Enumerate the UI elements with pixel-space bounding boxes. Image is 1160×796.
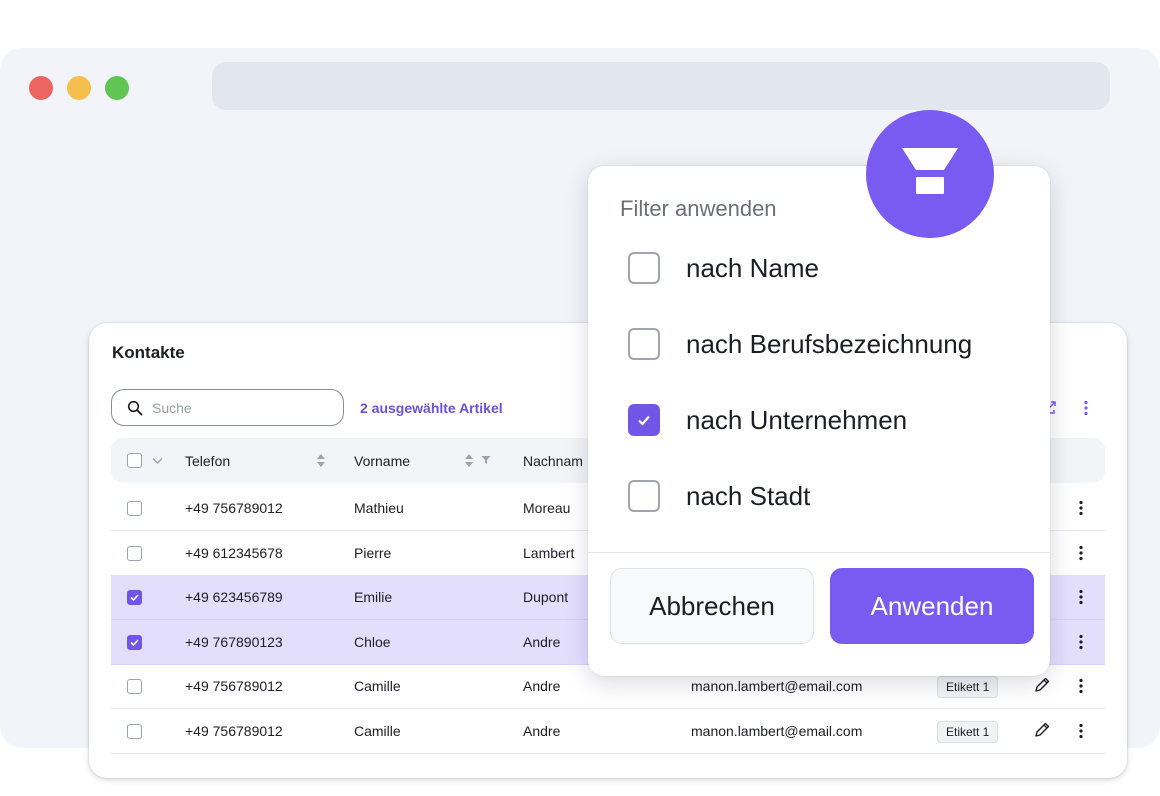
select-all-checkbox[interactable] [127, 453, 142, 468]
cell-first-name: Emilie [354, 589, 393, 606]
row-checkbox[interactable] [127, 634, 142, 650]
window-close-dot[interactable] [29, 76, 53, 100]
chevron-down-icon[interactable] [152, 457, 163, 465]
filter-popup: Filter anwenden nach Name nach Berufsbeze… [588, 166, 1050, 676]
more-vertical-icon[interactable] [1075, 588, 1087, 606]
cell-phone: +49 612345678 [185, 544, 283, 561]
filter-badge [866, 110, 994, 238]
filter-option[interactable]: nach Unternehmen [628, 403, 907, 437]
cell-last-name: Andre [523, 678, 561, 695]
cell-last-name: Dupont [523, 589, 569, 606]
pencil-icon[interactable] [1033, 676, 1051, 694]
cell-last-name: Andre [523, 723, 561, 739]
column-header-vorname[interactable]: Vorname [354, 453, 410, 469]
cell-last-name: Lambert [523, 544, 575, 561]
card-title: Kontakte [112, 343, 185, 362]
row-checkbox[interactable] [127, 724, 142, 739]
check-icon [638, 415, 650, 426]
check-icon [130, 594, 139, 602]
apply-button[interactable]: Anwenden [830, 568, 1034, 644]
filter-divider [588, 552, 1050, 553]
search-icon [127, 400, 143, 415]
row-checkbox[interactable] [127, 679, 142, 695]
column-header-nachname[interactable]: Nachnam [523, 453, 583, 469]
filter-option-label: nach Berufsbezeichnung [686, 328, 973, 359]
filter-option-checkbox[interactable] [628, 480, 660, 512]
filter-title: Filter anwenden [620, 196, 777, 221]
filter-option[interactable]: nach Berufsbezeichnung [628, 327, 972, 361]
tag-badge: Etikett 1 [937, 721, 999, 743]
more-vertical-icon[interactable] [1075, 544, 1087, 562]
more-vertical-icon[interactable] [1075, 722, 1087, 740]
filter-option-label: nach Unternehmen [686, 404, 908, 435]
filter-option[interactable]: nach Name [628, 251, 819, 285]
search-input[interactable] [152, 399, 332, 416]
filter-icon [902, 148, 958, 194]
cell-last-name: Moreau [523, 500, 571, 516]
cell-first-name: Chloe [354, 633, 391, 650]
cell-phone: +49 767890123 [185, 633, 283, 650]
cell-first-name: Camille [354, 678, 401, 695]
cell-last-name: Andre [523, 633, 561, 650]
filter-option-label: nach Stadt [686, 480, 811, 511]
column-header-telefon[interactable]: Telefon [185, 453, 230, 469]
filter-option[interactable]: nach Stadt [628, 479, 810, 513]
window-minimize-dot[interactable] [67, 76, 91, 100]
cell-email[interactable]: manon.lambert@email.com [691, 723, 862, 739]
sort-icon[interactable] [316, 453, 326, 468]
address-bar[interactable] [212, 62, 1110, 110]
row-checkbox[interactable] [127, 545, 142, 561]
filter-option-checkbox[interactable] [628, 252, 660, 284]
row-checkbox[interactable] [127, 501, 142, 516]
cell-phone: +49 756789012 [185, 500, 283, 516]
window-maximize-dot[interactable] [105, 76, 129, 100]
row-checkbox[interactable] [127, 590, 142, 606]
filter-option-checkbox[interactable] [628, 404, 660, 436]
tag-badge: Etikett 1 [937, 676, 999, 699]
table-row[interactable]: +49 756789012 Camille Andre manon.lambert@e… [111, 709, 1105, 754]
filter-option-checkbox[interactable] [628, 328, 660, 360]
search-box[interactable] [111, 389, 344, 426]
cell-phone: +49 756789012 [185, 723, 283, 739]
cell-phone: +49 756789012 [185, 678, 283, 695]
selected-count-label: 2 ausgewählte Artikel [360, 400, 503, 416]
cell-email[interactable]: manon.lambert@email.com [691, 678, 862, 694]
cell-phone: +49 623456789 [185, 589, 283, 606]
more-vertical-icon[interactable] [1075, 677, 1087, 695]
filter-option-label: nach Name [686, 252, 819, 283]
cell-first-name: Mathieu [354, 500, 404, 516]
cell-first-name: Camille [354, 723, 401, 739]
cancel-button[interactable]: Abbrechen [610, 568, 814, 644]
filter-icon[interactable] [481, 455, 491, 465]
check-icon [130, 639, 139, 646]
sort-icon[interactable] [464, 453, 474, 468]
more-vertical-icon[interactable] [1075, 633, 1087, 651]
more-vertical-icon[interactable] [1079, 399, 1093, 417]
cell-first-name: Pierre [354, 544, 392, 561]
more-vertical-icon[interactable] [1075, 499, 1087, 517]
pencil-icon[interactable] [1033, 721, 1051, 739]
